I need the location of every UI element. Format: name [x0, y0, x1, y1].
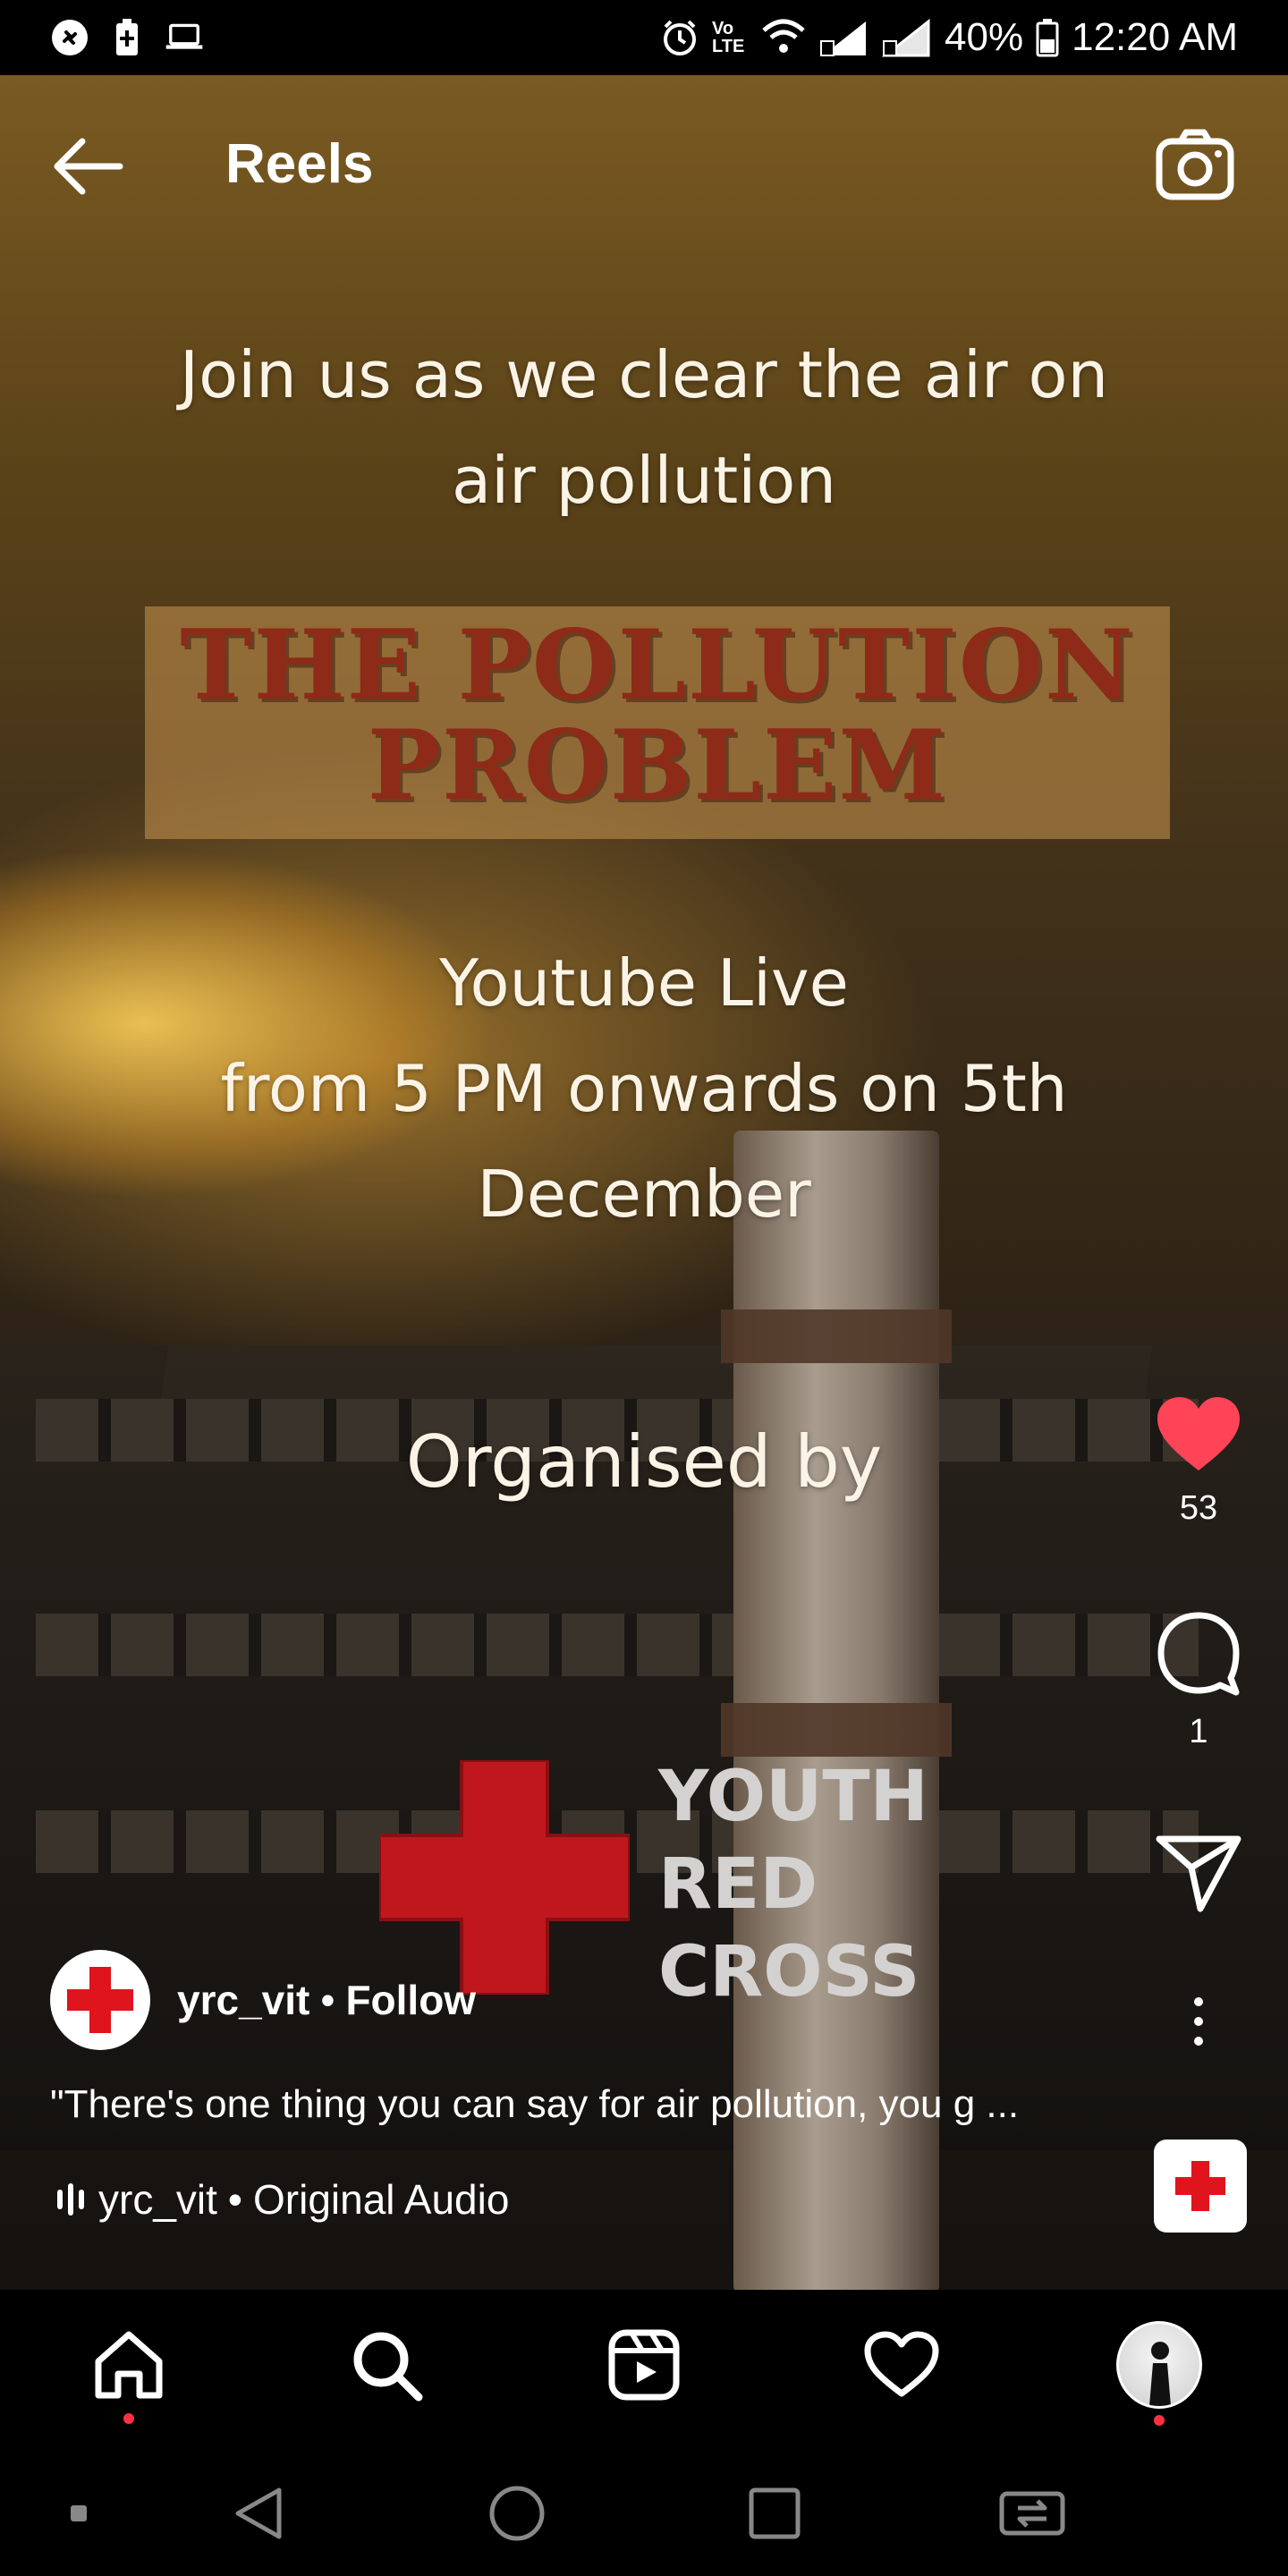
status-bar: Vo LTE 40% 12:20 AM	[0, 0, 1288, 75]
audio-title: Original Audio	[253, 2176, 510, 2223]
join-text: Join us as we clear the air on air pollu…	[0, 322, 1288, 533]
dot-icon	[71, 2505, 87, 2521]
pollution-title-line-2: PROBLEM	[367, 709, 948, 822]
battery-saver-icon	[107, 18, 147, 57]
alarm-icon	[664, 20, 697, 55]
camera-button[interactable]	[1154, 123, 1236, 206]
shazam-icon	[50, 18, 89, 57]
search-icon	[353, 2332, 423, 2402]
reels-icon	[608, 2329, 680, 2401]
pollution-title: THE POLLUTION PROBLEM	[145, 615, 1170, 816]
logo-line-3: CROSS	[658, 1932, 920, 2012]
pollution-title-box: THE POLLUTION PROBLEM	[145, 606, 1170, 839]
nav-reels[interactable]	[601, 2322, 687, 2408]
audio-thumbnail[interactable]	[1154, 2140, 1247, 2233]
logo-line-2: RED	[658, 1844, 818, 1925]
sys-switch-button[interactable]	[996, 2478, 1068, 2549]
author-avatar[interactable]	[50, 1950, 150, 2050]
signal-sim2-icon	[882, 18, 930, 57]
chimney-band	[721, 1309, 952, 1363]
event-details: Youtube Live from 5 PM onwards on 5th De…	[0, 930, 1288, 1247]
back-button[interactable]	[50, 134, 125, 199]
system-nav-bar	[0, 2442, 1288, 2576]
screen-switch-icon	[999, 2491, 1065, 2536]
battery-icon	[1036, 19, 1059, 57]
chimney-band	[721, 1703, 952, 1757]
audio-info[interactable]: yrc_vit • Original Audio	[57, 2175, 509, 2224]
event-line-3: December	[477, 1157, 811, 1232]
arrow-left-icon	[54, 138, 123, 195]
video-scene-windows	[36, 1614, 1199, 1676]
join-line-1: Join us as we clear the air on	[179, 337, 1109, 412]
nav-activity[interactable]	[859, 2322, 945, 2408]
red-cross-icon	[67, 1967, 133, 2033]
like-count: 53	[1179, 1489, 1218, 1527]
author-name[interactable]: yrc_vit	[177, 1976, 309, 2024]
home-icon	[95, 2331, 163, 2399]
comment-button[interactable]: 1	[1154, 1610, 1243, 1751]
camera-icon	[1156, 129, 1234, 200]
status-left-icons	[50, 18, 204, 57]
clock: 12:20 AM	[1072, 15, 1238, 59]
profile-avatar	[1116, 2321, 1202, 2409]
comment-count: 1	[1189, 1713, 1208, 1750]
audio-author: yrc_vit	[98, 2176, 217, 2223]
back-triangle-icon	[235, 2487, 282, 2539]
audio-waveform-icon	[57, 2183, 84, 2216]
nav-home[interactable]	[86, 2322, 172, 2424]
wifi-icon	[762, 19, 805, 53]
nav-profile[interactable]	[1116, 2321, 1202, 2426]
sys-back-button[interactable]	[224, 2478, 295, 2549]
notification-dot	[123, 2413, 134, 2424]
event-line-2: from 5 PM onwards on 5th	[220, 1051, 1068, 1126]
recents-square-icon	[749, 2487, 801, 2539]
post-caption[interactable]: "There's one thing you can say for air p…	[50, 2082, 1123, 2127]
paper-plane-icon	[1156, 1835, 1241, 1912]
sys-home-button[interactable]	[481, 2478, 553, 2549]
nav-search[interactable]	[343, 2322, 429, 2408]
youth-red-cross-text: YOUTH RED CROSS	[658, 1753, 928, 2016]
more-options-button[interactable]	[1154, 1995, 1243, 2053]
comment-icon	[1157, 1612, 1240, 1696]
red-cross-icon	[1170, 2156, 1231, 2216]
page-title: Reels	[225, 133, 374, 195]
status-right: Vo LTE 40% 12:20 AM	[660, 0, 1238, 75]
home-circle-icon	[489, 2486, 545, 2541]
join-line-2: air pollution	[452, 443, 836, 518]
laptop-icon	[165, 18, 204, 57]
notification-dot	[1154, 2415, 1165, 2426]
bottom-nav	[0, 2290, 1288, 2442]
organised-by-text: Organised by	[405, 1420, 883, 1504]
separator-dot: •	[320, 1977, 335, 2023]
separator-dot: •	[227, 2176, 243, 2223]
like-button[interactable]: 53	[1154, 1395, 1243, 1528]
share-button[interactable]	[1154, 1834, 1243, 1917]
heart-filled-icon	[1157, 1397, 1240, 1470]
event-line-1: Youtube Live	[439, 945, 849, 1021]
follow-button[interactable]: Follow	[345, 1976, 476, 2024]
more-vertical-icon	[1194, 1997, 1203, 2046]
volte-label: Vo LTE	[712, 19, 745, 56]
pollution-title-line-1: THE POLLUTION	[180, 609, 1135, 722]
sys-recents-button[interactable]	[739, 2478, 810, 2549]
battery-percent: 40%	[945, 15, 1024, 59]
sys-dot-button[interactable]	[43, 2478, 114, 2549]
heart-icon	[864, 2331, 939, 2397]
signal-sim1-icon	[820, 21, 867, 56]
author-row: yrc_vit • Follow	[50, 1950, 476, 2050]
logo-line-1: YOUTH	[658, 1757, 928, 1837]
